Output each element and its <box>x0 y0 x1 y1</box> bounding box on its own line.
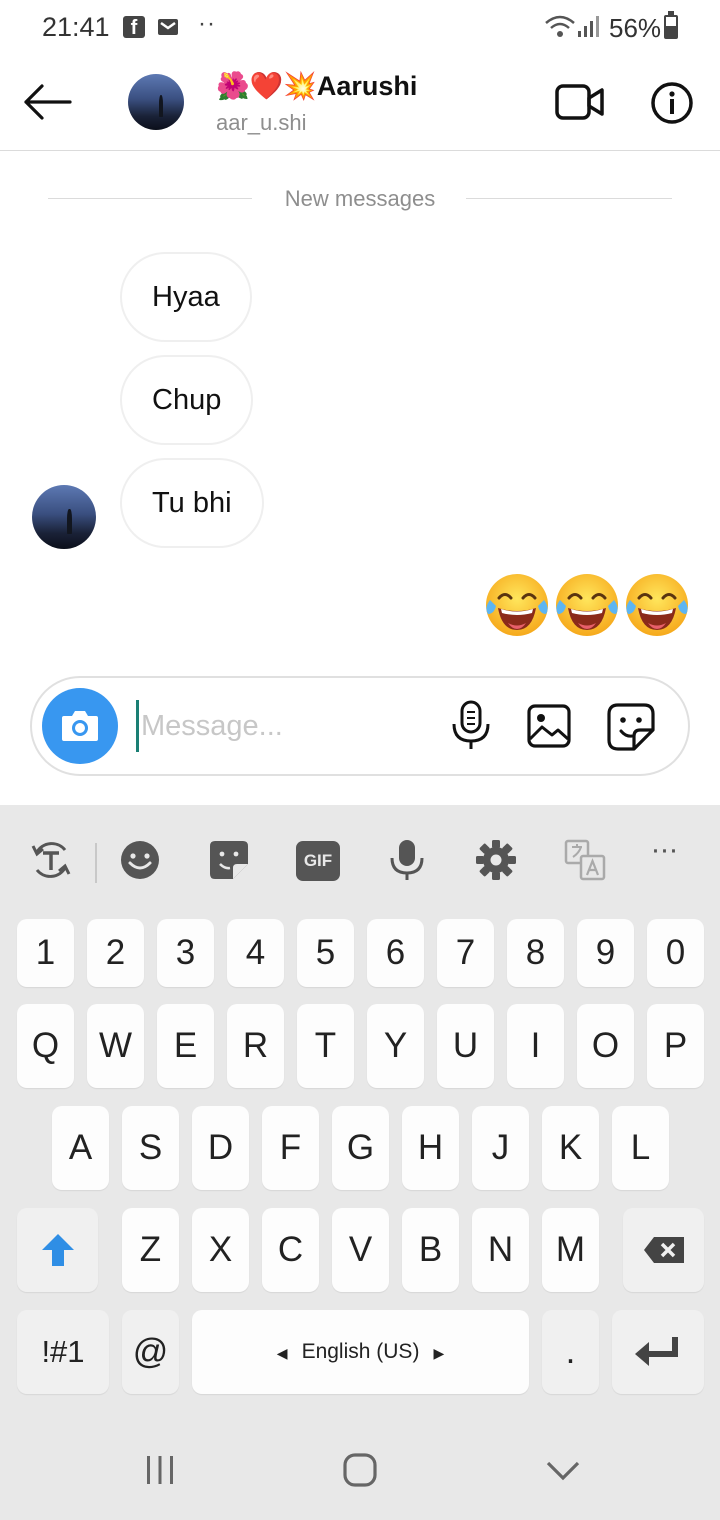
key-f[interactable]: F <box>262 1106 319 1190</box>
shift-arrow-icon <box>41 1234 74 1266</box>
key-8[interactable]: 8 <box>507 919 564 987</box>
key-i[interactable]: I <box>507 1004 564 1088</box>
emoji-icon[interactable] <box>118 838 162 882</box>
key-v[interactable]: V <box>332 1208 389 1292</box>
gif-button[interactable]: GIF <box>296 841 340 881</box>
chat-header: 🌺❤️💥Aarushi aar_u.shi <box>0 56 720 151</box>
voice-input-icon[interactable] <box>385 838 429 882</box>
key-z[interactable]: Z <box>122 1208 179 1292</box>
key-y[interactable]: Y <box>367 1004 424 1088</box>
gallery-icon[interactable] <box>526 703 572 749</box>
key-n[interactable]: N <box>472 1208 529 1292</box>
space-key[interactable]: ◀ English (US) ▶ <box>192 1310 529 1394</box>
gmail-icon <box>158 19 178 35</box>
wifi-icon <box>545 15 599 37</box>
facebook-icon: f <box>123 16 145 39</box>
home-icon[interactable] <box>340 1450 380 1490</box>
sticker-icon[interactable] <box>207 838 251 882</box>
info-icon[interactable] <box>650 81 694 125</box>
contact-username[interactable]: aar_u.shi <box>216 110 307 136</box>
battery-icon <box>664 11 678 39</box>
keyboard: GIF ··· 1 2 3 4 5 6 7 8 9 0 Q W E R T Y … <box>0 805 720 1520</box>
key-t[interactable]: T <box>297 1004 354 1088</box>
message-bubble[interactable]: Tu bhi <box>120 458 264 548</box>
recent-apps-icon[interactable] <box>140 1450 180 1490</box>
backspace-key[interactable] <box>623 1208 704 1292</box>
key-w[interactable]: W <box>87 1004 144 1088</box>
notification-dots: ·· <box>198 10 216 37</box>
tears-of-joy-emoji <box>556 574 618 636</box>
header-avatar[interactable] <box>128 74 184 130</box>
status-bar: 21:41 f ·· 56% <box>0 0 720 56</box>
back-arrow-icon[interactable] <box>22 82 74 122</box>
at-key[interactable]: @ <box>122 1310 179 1394</box>
contact-name[interactable]: 🌺❤️💥Aarushi <box>216 70 417 102</box>
text-mode-icon[interactable] <box>29 838 73 882</box>
battery-fill <box>666 25 676 37</box>
key-j[interactable]: J <box>472 1106 529 1190</box>
space-left-arrow-icon: ◀ <box>276 1345 288 1361</box>
key-2[interactable]: 2 <box>87 919 144 987</box>
key-h[interactable]: H <box>402 1106 459 1190</box>
status-time: 21:41 <box>42 12 110 42</box>
message-bubble[interactable]: Chup <box>120 355 254 445</box>
message-input[interactable] <box>136 700 436 752</box>
space-right-arrow-icon: ▶ <box>433 1345 445 1361</box>
sticker-icon[interactable] <box>606 702 656 752</box>
space-key-label: English (US) <box>301 1340 420 1363</box>
shift-key[interactable] <box>17 1208 98 1292</box>
key-5[interactable]: 5 <box>297 919 354 987</box>
key-u[interactable]: U <box>437 1004 494 1088</box>
backspace-icon <box>643 1237 684 1263</box>
tears-of-joy-emoji <box>626 574 688 636</box>
key-0[interactable]: 0 <box>647 919 704 987</box>
navigation-bar <box>0 1420 720 1520</box>
keyboard-toolbar: GIF ··· <box>0 805 720 915</box>
message-bubble[interactable]: Hyaa <box>120 252 252 342</box>
more-options-button[interactable]: ··· <box>644 833 684 877</box>
key-6[interactable]: 6 <box>367 919 424 987</box>
symbols-key[interactable]: !#1 <box>17 1310 109 1394</box>
key-4[interactable]: 4 <box>227 919 284 987</box>
key-b[interactable]: B <box>402 1208 459 1292</box>
contact-name-text: Aarushi <box>316 71 418 101</box>
key-p[interactable]: P <box>647 1004 704 1088</box>
key-q[interactable]: Q <box>17 1004 74 1088</box>
message-composer <box>30 676 690 776</box>
contact-name-emoji: 🌺❤️💥 <box>216 71 317 101</box>
translate-icon[interactable] <box>563 838 607 882</box>
camera-button[interactable] <box>42 688 118 764</box>
key-a[interactable]: A <box>52 1106 109 1190</box>
key-e[interactable]: E <box>157 1004 214 1088</box>
key-s[interactable]: S <box>122 1106 179 1190</box>
settings-gear-icon[interactable] <box>474 838 518 882</box>
key-m[interactable]: M <box>542 1208 599 1292</box>
key-d[interactable]: D <box>192 1106 249 1190</box>
video-call-icon[interactable] <box>555 82 605 122</box>
key-r[interactable]: R <box>227 1004 284 1088</box>
divider-line-right <box>466 198 672 199</box>
new-messages-label: New messages <box>284 186 436 211</box>
key-o[interactable]: O <box>577 1004 634 1088</box>
sent-emoji-message[interactable] <box>484 572 690 638</box>
key-l[interactable]: L <box>612 1106 669 1190</box>
key-c[interactable]: C <box>262 1208 319 1292</box>
key-9[interactable]: 9 <box>577 919 634 987</box>
toolbar-separator <box>95 843 97 883</box>
key-x[interactable]: X <box>192 1208 249 1292</box>
tears-of-joy-emoji <box>486 574 548 636</box>
key-1[interactable]: 1 <box>17 919 74 987</box>
key-7[interactable]: 7 <box>437 919 494 987</box>
sender-avatar[interactable] <box>32 485 96 549</box>
microphone-icon[interactable] <box>450 700 492 752</box>
hide-keyboard-chevron-icon[interactable] <box>543 1450 583 1490</box>
key-k[interactable]: K <box>542 1106 599 1190</box>
enter-key[interactable] <box>612 1310 704 1394</box>
key-3[interactable]: 3 <box>157 919 214 987</box>
enter-icon <box>635 1337 678 1366</box>
period-key[interactable]: . <box>542 1310 599 1394</box>
battery-percent: 56% <box>609 13 662 43</box>
key-g[interactable]: G <box>332 1106 389 1190</box>
camera-icon <box>62 711 98 741</box>
